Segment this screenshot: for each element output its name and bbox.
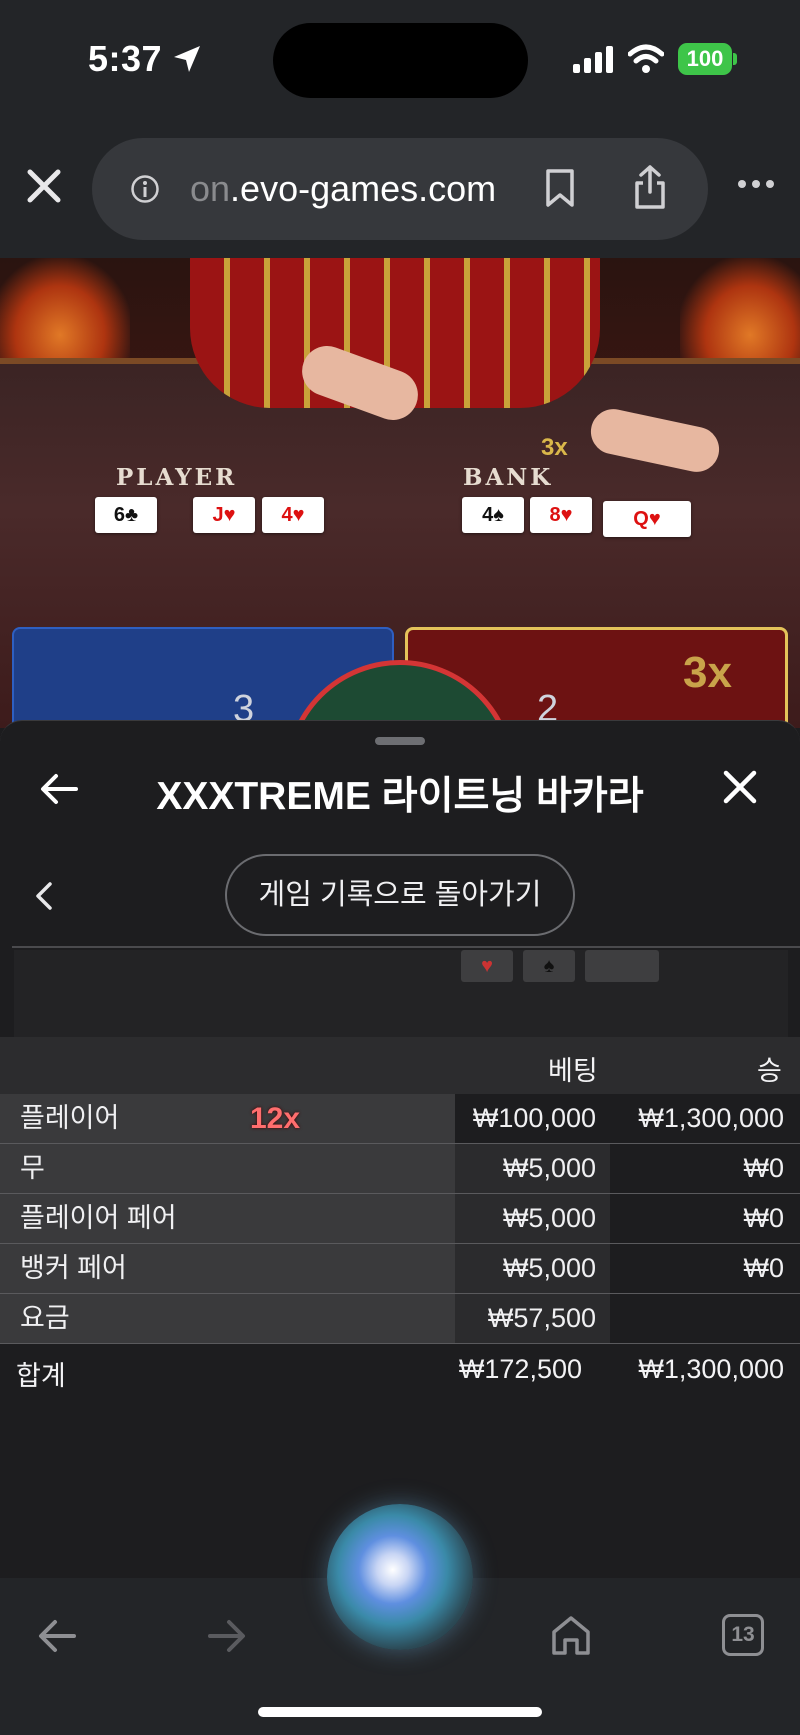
bet-amount: ₩57,500 — [455, 1294, 610, 1343]
banker-multiplier: 3x — [683, 648, 732, 697]
table-row: 플레이어 12x ₩100,000 ₩1,300,000 — [0, 1094, 800, 1144]
win-amount: ₩0 — [610, 1194, 800, 1243]
win-amount — [610, 1294, 800, 1343]
player-card-2: J♥ — [193, 497, 255, 533]
dynamic-island — [273, 23, 528, 98]
clock-time: 5:37 — [88, 38, 163, 79]
win-amount: ₩0 — [610, 1144, 800, 1193]
battery-tip — [733, 53, 737, 65]
bet-name: 플레이어 — [0, 1094, 455, 1143]
table-row: 플레이어 페어 ₩5,000 ₩0 — [0, 1194, 800, 1244]
back-to-history-button[interactable]: 게임 기록으로 돌아가기 — [225, 854, 575, 936]
bet-amount: ₩5,000 — [455, 1244, 610, 1293]
status-bar: 5:37 100 — [0, 0, 800, 130]
bet-name: 뱅커 페어 — [0, 1244, 455, 1293]
url-text: on.evo-games.com — [190, 168, 496, 210]
url-field[interactable]: on.evo-games.com — [92, 138, 708, 240]
player-card-1: 6♣ — [95, 497, 157, 533]
close-icon[interactable] — [722, 769, 758, 805]
table-row: 무 ₩5,000 ₩0 — [0, 1144, 800, 1194]
round-cards-strip: ♥ ♠ — [14, 950, 788, 1044]
player-card-3: 4♥ — [262, 497, 324, 533]
url-faded-part: on — [190, 168, 231, 209]
tabs-button[interactable]: 13 — [722, 1614, 764, 1656]
bet-name: 플레이어 페어 — [0, 1194, 455, 1243]
siri-orb-icon[interactable] — [327, 1504, 473, 1650]
mini-card-1: ♥ — [461, 950, 513, 982]
header-bet: 베팅 — [548, 1056, 598, 1086]
banker-multiplier-small: 3x — [541, 434, 568, 461]
background-fire-right — [680, 258, 800, 368]
banker-label: BANK — [463, 464, 554, 491]
nav-forward-icon[interactable] — [208, 1618, 246, 1654]
nav-back-icon[interactable] — [38, 1618, 76, 1654]
table-row: 요금 ₩57,500 — [0, 1294, 800, 1344]
more-options-icon[interactable] — [736, 178, 776, 190]
sheet-title: XXXTREME 라이트닝 바카라 — [156, 775, 644, 818]
bet-name: 요금 — [0, 1294, 455, 1343]
bet-amount: ₩5,000 — [455, 1194, 610, 1243]
cellular-signal-icon — [573, 46, 615, 73]
divider — [12, 946, 800, 948]
banker-card-3: Q♥ — [603, 501, 691, 537]
bets-table: 베팅 승 플레이어 12x ₩100,000 ₩1,300,000 무 ₩5,0… — [0, 1037, 800, 1394]
win-amount: ₩0 — [610, 1244, 800, 1293]
sheet-grabber[interactable] — [375, 737, 425, 745]
player-label: PLAYER — [116, 464, 238, 491]
home-indicator[interactable] — [258, 1707, 542, 1717]
bets-table-header: 베팅 승 — [0, 1037, 800, 1094]
win-amount: ₩1,300,000 — [610, 1094, 800, 1143]
background-fire-left — [0, 258, 130, 368]
multiplier-badge: 12x — [250, 1102, 301, 1135]
bookmark-icon[interactable] — [544, 168, 576, 208]
location-arrow-icon — [174, 46, 200, 72]
chevron-left-icon[interactable] — [34, 881, 54, 911]
total-win: ₩1,300,000 — [638, 1354, 784, 1384]
wifi-icon — [628, 44, 664, 73]
url-domain: .evo-games.com — [230, 168, 497, 209]
total-label: 합계 — [16, 1361, 66, 1391]
total-row: 합계 ₩172,500 ₩1,300,000 — [0, 1344, 800, 1394]
banker-card-2: 8♥ — [530, 497, 592, 533]
home-icon[interactable] — [550, 1614, 592, 1656]
battery-indicator: 100 — [678, 43, 732, 75]
bet-amount: ₩5,000 — [455, 1144, 610, 1193]
total-bet: ₩172,500 — [458, 1354, 582, 1384]
header-win: 승 — [757, 1056, 782, 1086]
mini-card-3 — [585, 950, 659, 982]
banker-card-1: 4♠ — [462, 497, 524, 533]
bet-name: 무 — [0, 1144, 455, 1193]
table-row: 뱅커 페어 ₩5,000 ₩0 — [0, 1244, 800, 1294]
info-icon[interactable] — [130, 174, 160, 204]
close-tab-icon[interactable] — [24, 166, 64, 206]
bet-amount: ₩100,000 — [455, 1094, 610, 1143]
share-icon[interactable] — [632, 164, 668, 210]
mini-card-2: ♠ — [523, 950, 575, 982]
browser-address-bar: on.evo-games.com — [0, 130, 800, 258]
